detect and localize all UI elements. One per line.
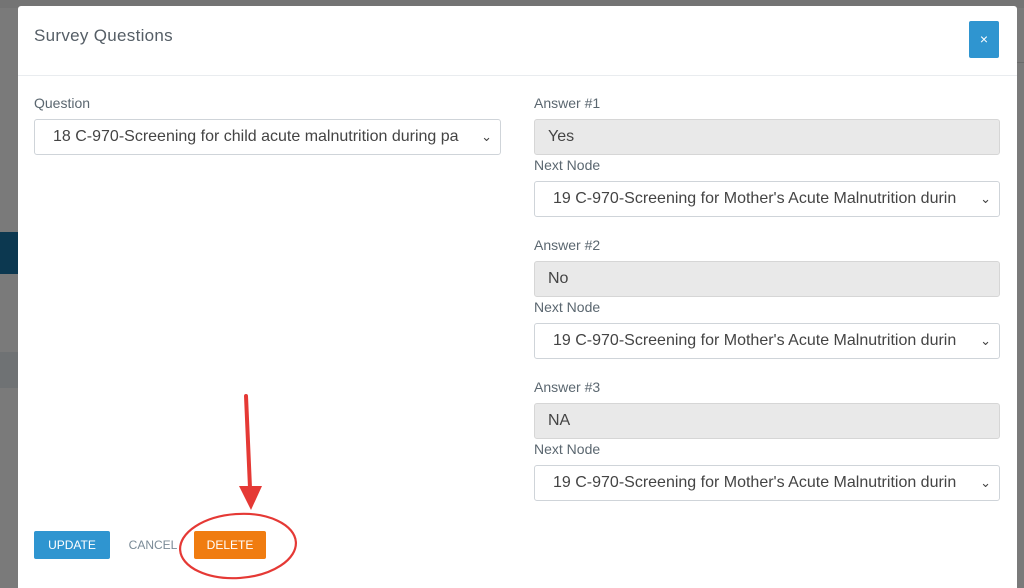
- delete-button[interactable]: DELETE: [194, 531, 266, 559]
- answer-2-next-node-label: Next Node: [534, 299, 601, 315]
- answer-3-next-node-label: Next Node: [534, 441, 601, 457]
- chevron-down-icon: ⌄: [980, 475, 991, 490]
- answer-3-label: Answer #3: [534, 379, 601, 395]
- answer-3-value: NA: [534, 403, 1000, 439]
- cancel-button[interactable]: CANCEL: [127, 531, 179, 559]
- answer-1-value: Yes: [534, 119, 1000, 155]
- answer-3-next-node-select[interactable]: 19 C-970-Screening for Mother's Acute Ma…: [534, 465, 1000, 501]
- answer-1-next-node-select[interactable]: 19 C-970-Screening for Mother's Acute Ma…: [534, 181, 1000, 217]
- answer-3-next-node-value: 19 C-970-Screening for Mother's Acute Ma…: [553, 474, 957, 491]
- modal-title: Survey Questions: [34, 26, 173, 45]
- answer-2-value: No: [534, 261, 1000, 297]
- answer-1-next-node-value: 19 C-970-Screening for Mother's Acute Ma…: [553, 190, 957, 207]
- answer-2-next-node-value: 19 C-970-Screening for Mother's Acute Ma…: [553, 332, 957, 349]
- answer-1-label: Answer #1: [534, 95, 601, 111]
- chevron-down-icon: ⌄: [980, 333, 991, 348]
- question-label: Question: [34, 95, 91, 111]
- update-button[interactable]: UPDATE: [34, 531, 110, 559]
- answer-1-next-node-label: Next Node: [534, 157, 601, 173]
- question-select[interactable]: 18 C-970-Screening for child acute malnu…: [34, 119, 501, 155]
- close-button[interactable]: ×: [969, 21, 999, 58]
- question-select-value: 18 C-970-Screening for child acute malnu…: [53, 128, 459, 145]
- answer-2-label: Answer #2: [534, 237, 601, 253]
- survey-questions-modal: Survey Questions × Question 18 C-970-Scr…: [18, 6, 1017, 588]
- chevron-down-icon: ⌄: [481, 129, 492, 144]
- answer-2-next-node-select[interactable]: 19 C-970-Screening for Mother's Acute Ma…: [534, 323, 1000, 359]
- modal-header: Survey Questions ×: [18, 6, 1017, 76]
- chevron-down-icon: ⌄: [980, 191, 991, 206]
